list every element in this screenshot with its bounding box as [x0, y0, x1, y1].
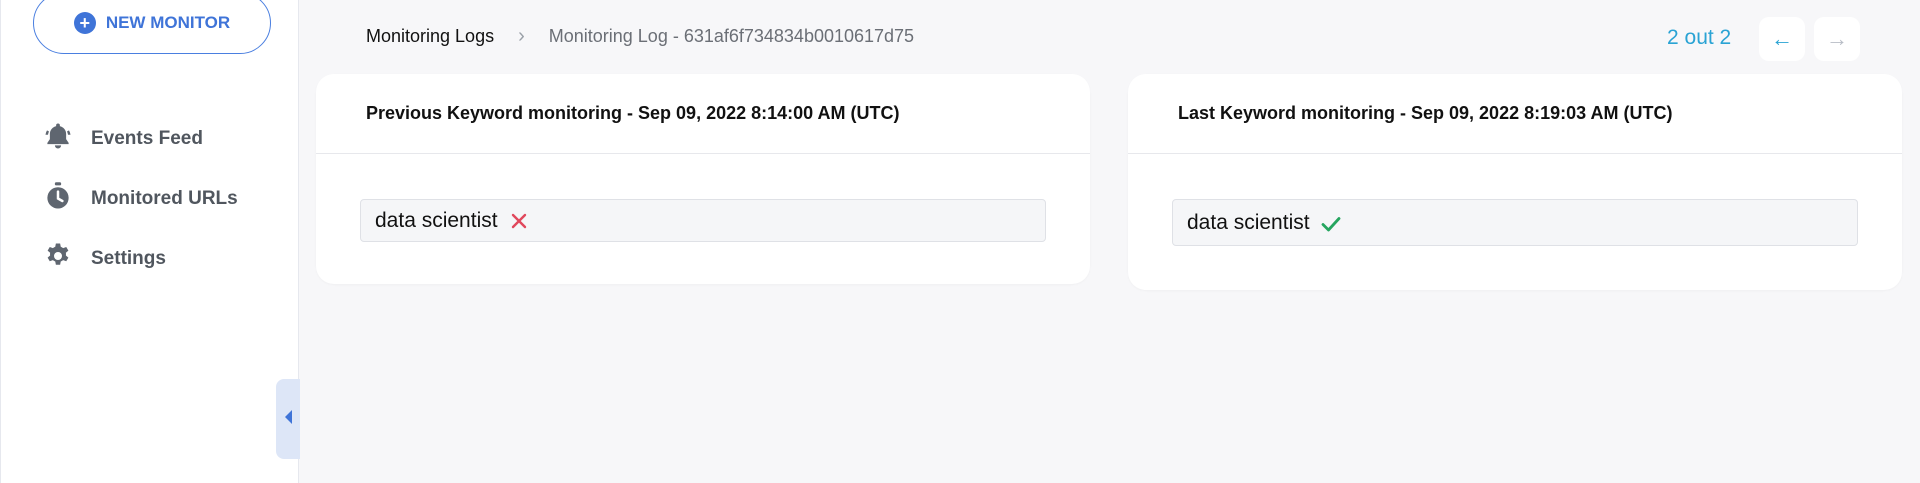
new-monitor-button[interactable]: + NEW MONITOR	[33, 0, 271, 54]
sidebar-item-events-feed[interactable]: Events Feed	[43, 121, 203, 157]
sidebar-item-label: Monitored URLs	[91, 188, 238, 209]
chevron-right-icon: ›	[518, 25, 525, 47]
card-title: Last Keyword monitoring - Sep 09, 2022 8…	[1128, 74, 1902, 154]
previous-monitoring-card: Previous Keyword monitoring - Sep 09, 20…	[316, 74, 1090, 284]
last-monitoring-card: Last Keyword monitoring - Sep 09, 2022 8…	[1128, 74, 1902, 290]
sidebar: + NEW MONITOR Events Feed Monitored URLs…	[0, 0, 300, 483]
sidebar-item-label: Settings	[91, 248, 166, 269]
breadcrumb-monitoring-logs[interactable]: Monitoring Logs	[366, 26, 494, 47]
previous-button[interactable]: ←	[1759, 17, 1805, 61]
plus-icon: +	[73, 12, 96, 34]
sidebar-collapse-toggle[interactable]	[276, 379, 300, 459]
check-icon	[1320, 212, 1342, 234]
stopwatch-icon	[43, 181, 73, 217]
keyword-text: data scientist	[375, 208, 498, 232]
bell-icon	[43, 121, 73, 157]
keyword-result: data scientist	[360, 199, 1046, 242]
next-button[interactable]: →	[1814, 17, 1860, 61]
chevron-left-icon	[283, 409, 293, 430]
gear-icon	[43, 241, 73, 277]
breadcrumb-current: Monitoring Log - 631af6f734834b0010617d7…	[548, 26, 915, 46]
card-title: Previous Keyword monitoring - Sep 09, 20…	[316, 74, 1090, 154]
arrow-left-icon: ←	[1771, 26, 1793, 51]
x-icon	[508, 210, 530, 232]
keyword-text: data scientist	[1187, 210, 1310, 234]
sidebar-item-label: Events Feed	[91, 128, 203, 149]
arrow-right-icon: →	[1826, 26, 1848, 51]
new-monitor-label: NEW MONITOR	[105, 13, 231, 32]
sidebar-item-settings[interactable]: Settings	[43, 241, 166, 277]
keyword-result: data scientist	[1172, 199, 1858, 246]
sidebar-item-monitored-urls[interactable]: Monitored URLs	[43, 181, 238, 217]
pager-count: 2 out 2	[1667, 26, 1732, 49]
breadcrumb: Monitoring Logs › Monitoring Log - 631af…	[366, 25, 914, 48]
